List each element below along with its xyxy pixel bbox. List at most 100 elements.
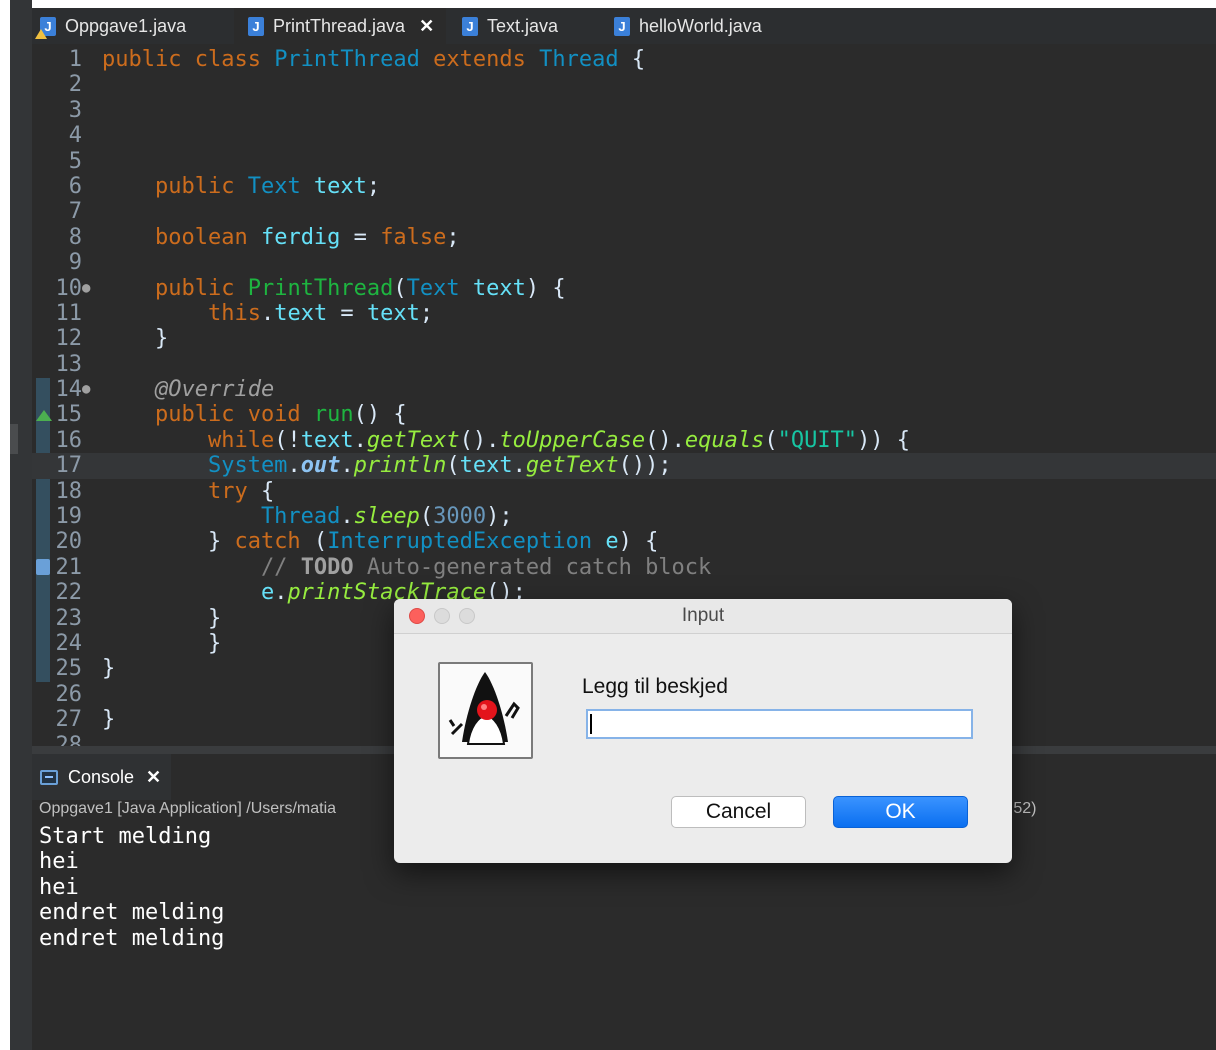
code-token: false	[380, 224, 447, 250]
tab-helloworld[interactable]: J helloWorld.java	[614, 8, 762, 44]
code-token: .	[287, 453, 301, 479]
console-icon	[40, 769, 58, 785]
code-token: ;	[419, 300, 434, 326]
code-token: sleep	[353, 504, 420, 530]
window-close-button[interactable]	[409, 608, 425, 624]
code-token: (	[393, 275, 407, 301]
code-token: .	[260, 300, 275, 326]
code-token: }	[102, 605, 222, 631]
collapse-icon[interactable]: ●	[82, 276, 102, 301]
code-line[interactable]: 3	[32, 98, 1216, 123]
code-line[interactable]: 10● public PrintThread(Text text) {	[32, 276, 1216, 301]
code-token: ) {	[618, 529, 659, 555]
ok-button[interactable]: OK	[833, 796, 968, 828]
sidebar-marker	[10, 424, 18, 454]
code-token: }	[102, 630, 222, 656]
left-sidebar-strip	[10, 0, 32, 1050]
close-tab-icon[interactable]: ✕	[419, 16, 434, 37]
code-token: text	[366, 300, 420, 326]
code-token: Text	[406, 275, 460, 301]
tab-printthread[interactable]: J PrintThread.java ✕	[234, 8, 447, 44]
code-line[interactable]: 20 } catch (InterruptedException e) {	[32, 529, 1216, 554]
code-token: }	[102, 529, 235, 555]
message-input[interactable]	[586, 709, 973, 739]
code-line[interactable]: 9	[32, 250, 1216, 275]
code-line[interactable]: 14● @Override	[32, 377, 1216, 402]
code-line[interactable]: 12 }	[32, 326, 1216, 351]
console-output-line: hei	[39, 849, 79, 875]
console-tab[interactable]: Console ✕	[32, 754, 172, 800]
window-minimize-button	[434, 608, 450, 624]
code-token: TODO	[300, 554, 354, 580]
line-number: 6	[68, 173, 82, 199]
close-console-icon[interactable]: ✕	[146, 767, 161, 788]
code-token: this	[102, 300, 261, 326]
code-token: }	[102, 326, 169, 352]
code-token: text	[300, 173, 367, 199]
tab-text[interactable]: J Text.java	[462, 8, 558, 44]
code-line[interactable]: 15 public void run() {	[32, 402, 1216, 427]
code-line[interactable]: 4	[32, 123, 1216, 148]
code-line[interactable]: 8 boolean ferdig = false;	[32, 225, 1216, 250]
code-token: System	[102, 453, 288, 479]
code-token: "QUIT"	[777, 427, 858, 453]
window-zoom-button	[459, 608, 475, 624]
code-token: @Override	[102, 377, 275, 403]
collapse-icon[interactable]: ●	[82, 377, 102, 402]
code-token: public	[102, 173, 248, 199]
code-token: ().	[645, 427, 685, 453]
console-output-line: Start melding	[39, 824, 212, 849]
line-number: 18	[55, 478, 83, 504]
console-output-line: hei	[39, 874, 79, 900]
console-output-line: endret melding	[39, 900, 225, 926]
code-token: (!	[274, 427, 301, 453]
code-line[interactable]: 6 public Text text;	[32, 174, 1216, 199]
code-token: public void	[102, 402, 314, 428]
line-number: 23	[55, 605, 83, 631]
code-line[interactable]: 16 while(!text.getText().toUpperCase().e…	[32, 428, 1216, 453]
code-token: =	[340, 224, 381, 250]
code-token: Thread	[539, 47, 619, 72]
code-token: Text	[247, 173, 301, 199]
code-token: ().	[459, 427, 500, 453]
line-number: 24	[55, 630, 83, 656]
line-number: 5	[68, 148, 82, 174]
line-number: 17	[55, 453, 83, 479]
code-token: )) {	[857, 427, 911, 453]
code-token: {	[247, 478, 275, 504]
line-number: 3	[68, 97, 82, 123]
java-file-icon: J	[248, 16, 264, 36]
code-line[interactable]: 2	[32, 72, 1216, 97]
code-line[interactable]: 7	[32, 199, 1216, 224]
code-token: );	[486, 504, 513, 530]
code-line[interactable]: 1 public class PrintThread extends Thread…	[32, 47, 1216, 72]
code-line[interactable]: 5	[32, 149, 1216, 174]
code-line[interactable]: 13	[32, 352, 1216, 377]
code-line[interactable]: 21 // TODO Auto-generated catch block	[32, 555, 1216, 580]
line-number: 19	[55, 504, 83, 530]
cancel-button[interactable]: Cancel	[671, 796, 806, 828]
code-token: () {	[353, 402, 407, 428]
code-token: .	[340, 504, 354, 530]
code-line[interactable]: 17 System.out.println(text.getText());	[32, 453, 1216, 479]
code-token: while	[102, 427, 275, 453]
dialog-title-bar[interactable]: Input	[394, 599, 1012, 634]
code-token: //	[102, 554, 301, 580]
code-line[interactable]: 19 Thread.sleep(3000);	[32, 504, 1216, 529]
code-token: public	[102, 275, 248, 301]
line-number: 22	[55, 580, 83, 606]
line-number: 7	[68, 199, 82, 225]
line-number: 11	[55, 300, 83, 326]
code-token: try	[102, 478, 248, 504]
tab-oppgave1[interactable]: J Oppgave1.java	[35, 8, 187, 44]
code-line[interactable]: 18 try {	[32, 479, 1216, 504]
console-output: Start melding hei hei endret melding end…	[39, 824, 224, 951]
tab-label: Oppgave1.java	[65, 15, 187, 36]
editor-tab-bar: J Oppgave1.java J PrintThread.java ✕ J T…	[32, 8, 1216, 44]
code-token: text	[459, 275, 526, 301]
code-line[interactable]: 11 this.text = text;	[32, 301, 1216, 326]
code-token: getText	[366, 427, 460, 453]
line-number: 27	[55, 707, 83, 733]
code-token: getText	[525, 453, 619, 479]
code-token: .	[274, 580, 288, 606]
